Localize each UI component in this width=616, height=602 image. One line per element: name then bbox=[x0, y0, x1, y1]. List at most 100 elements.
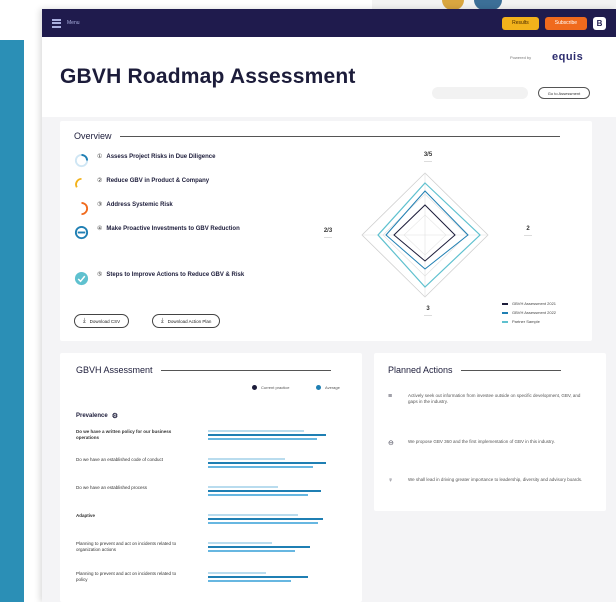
legend-item: Partner Sample bbox=[502, 319, 540, 324]
assessment-bar bbox=[208, 486, 278, 488]
assessment-bar bbox=[208, 546, 310, 548]
overview-item-number: ② bbox=[97, 178, 103, 184]
assessment-bar bbox=[208, 430, 304, 432]
assessment-row-label: Do we have a written policy for our busi… bbox=[76, 429, 172, 440]
assessment-bar bbox=[208, 458, 285, 460]
overview-item-label: Reduce GBV in Product & Company bbox=[106, 178, 210, 184]
overview-card: Overview ① Assess Project Risks in Due D… bbox=[60, 121, 592, 341]
assessment-bar bbox=[208, 466, 313, 468]
assessment-bar bbox=[208, 518, 323, 520]
overview-item-5[interactable]: ⑤ Steps to Improve Actions to Reduce GBV… bbox=[74, 271, 246, 286]
overview-item-number: ① bbox=[97, 154, 103, 160]
background-panel bbox=[0, 40, 24, 602]
assessment-bar bbox=[208, 580, 291, 582]
planned-action-item[interactable]: ≡ Actively seek out information from inv… bbox=[388, 393, 586, 405]
assessment-row-label: Planning to prevent and act on incidents… bbox=[76, 571, 177, 582]
progress-ring-icon bbox=[74, 153, 89, 168]
assessment-bar bbox=[208, 494, 308, 496]
menu-label[interactable]: Menu bbox=[67, 20, 80, 26]
legend-current: Current practice bbox=[252, 385, 289, 390]
check-circle-icon bbox=[74, 271, 89, 286]
top-nav-bar: Menu Results Subscribe B bbox=[42, 9, 616, 37]
assessment-title: GBVH Assessment bbox=[76, 365, 153, 375]
assessment-bar-group bbox=[200, 483, 350, 499]
download-icon: ⤓ bbox=[83, 317, 86, 324]
app-window: Menu Results Subscribe B GBVH Roadmap As… bbox=[42, 9, 616, 602]
assessment-bar-group bbox=[200, 511, 350, 527]
overview-item-1[interactable]: ① Assess Project Risks in Due Diligence bbox=[74, 153, 215, 168]
overview-item-label: Address Systemic Risk bbox=[106, 202, 173, 208]
assessment-bar bbox=[208, 550, 295, 552]
overview-item-label: Make Proactive Investments to GBV Reduct… bbox=[106, 226, 240, 232]
assessment-bar bbox=[208, 462, 326, 464]
full-ring-icon bbox=[74, 225, 89, 240]
download-action-plan-label: Download Action Plan bbox=[167, 318, 212, 324]
assessment-bar-group bbox=[200, 427, 350, 443]
planned-action-text: We shall lead in driving greater importa… bbox=[408, 477, 583, 482]
planned-action-text: We propose GBV 360 and the first impleme… bbox=[408, 439, 555, 444]
go-to-assessment-button[interactable]: Go to Assessment bbox=[538, 87, 590, 99]
person-icon: ♀ bbox=[388, 477, 394, 484]
planned-actions-title: Planned Actions bbox=[388, 365, 453, 375]
overview-item-number: ④ bbox=[97, 226, 103, 232]
assessment-bar-group bbox=[200, 455, 350, 471]
overview-item-3[interactable]: ③ Address Systemic Risk bbox=[74, 201, 173, 216]
assessment-bar bbox=[208, 542, 272, 544]
download-csv-button[interactable]: ⤓ Download CSV bbox=[74, 314, 130, 328]
legend-item: GBVH Assessment 2022 bbox=[502, 310, 556, 315]
assessment-bar bbox=[208, 576, 308, 578]
overview-item-label: Steps to Improve Actions to Reduce GBV &… bbox=[106, 272, 245, 278]
assessment-row-label: Planning to prevent and act on incidents… bbox=[76, 541, 177, 552]
assessment-row-label: Adaptive bbox=[76, 513, 96, 518]
assessment-bar bbox=[208, 490, 321, 492]
assessment-bar-group bbox=[200, 569, 350, 585]
radar-label-top: 3/5 —— bbox=[423, 152, 433, 163]
assessment-bar bbox=[208, 434, 326, 436]
menu-icon[interactable] bbox=[52, 18, 61, 28]
assessment-bar bbox=[208, 438, 317, 440]
overview-item-2[interactable]: ② Reduce GBV in Product & Company bbox=[74, 177, 209, 192]
planned-action-text: Actively seek out information from inves… bbox=[408, 393, 581, 404]
radar-label-left: 2/3 —— bbox=[323, 228, 333, 239]
overview-item-label: Assess Project Risks in Due Diligence bbox=[106, 154, 216, 160]
assessment-bar bbox=[208, 522, 318, 524]
prevalence-heading: Prevalence ⚙ bbox=[76, 412, 118, 420]
assessment-row-label: Do we have an established code of conduc… bbox=[76, 457, 164, 462]
results-button[interactable]: Results bbox=[502, 16, 539, 30]
radar-label-bottom: 3 —— bbox=[424, 306, 432, 317]
assessment-card: GBVH Assessment Current practice Average… bbox=[60, 353, 362, 602]
planned-actions-card: Planned Actions ≡ Actively seek out info… bbox=[374, 353, 606, 511]
page-header: GBVH Roadmap Assessment Powered by equis… bbox=[42, 37, 616, 117]
partial-ring-icon bbox=[81, 201, 89, 216]
download-action-plan-button[interactable]: ⤓ Download Action Plan bbox=[152, 314, 221, 328]
download-csv-label: Download CSV bbox=[89, 318, 121, 324]
planned-action-item[interactable]: ♀ We shall lead in driving greater impor… bbox=[388, 477, 586, 487]
overview-item-number: ③ bbox=[97, 202, 103, 208]
brand-logo: equis bbox=[552, 51, 584, 63]
divider bbox=[460, 369, 561, 371]
radar-chart bbox=[361, 172, 489, 298]
legend-item: GBVH Assessment 2021 bbox=[502, 301, 556, 306]
overview-title: Overview bbox=[74, 131, 112, 141]
assessment-bar bbox=[208, 572, 266, 574]
download-icon: ⤓ bbox=[161, 317, 164, 324]
search-input[interactable] bbox=[432, 87, 528, 99]
powered-by-label: Powered by bbox=[510, 55, 532, 60]
user-avatar[interactable]: B bbox=[593, 16, 606, 30]
subscribe-button[interactable]: Subscribe bbox=[544, 16, 587, 30]
gear-icon[interactable]: ⚙ bbox=[112, 412, 118, 420]
divider bbox=[119, 135, 560, 137]
divider bbox=[160, 369, 331, 371]
overview-item-number: ⑤ bbox=[97, 272, 103, 278]
page-title: GBVH Roadmap Assessment bbox=[60, 65, 356, 88]
legend-average: Average bbox=[316, 385, 340, 390]
policy-icon: ⊖ bbox=[388, 440, 394, 447]
planned-action-item[interactable]: ⊖ We propose GBV 360 and the first imple… bbox=[388, 439, 586, 449]
radar-label-right: 2 —— bbox=[524, 226, 532, 237]
overview-item-4[interactable]: ④ Make Proactive Investments to GBV Redu… bbox=[74, 225, 256, 240]
list-icon: ≡ bbox=[388, 393, 393, 400]
partial-ring-icon bbox=[75, 177, 82, 188]
assessment-bar-group bbox=[200, 539, 350, 555]
assessment-row-label: Do we have an established process bbox=[76, 485, 148, 490]
assessment-bar bbox=[208, 514, 298, 516]
